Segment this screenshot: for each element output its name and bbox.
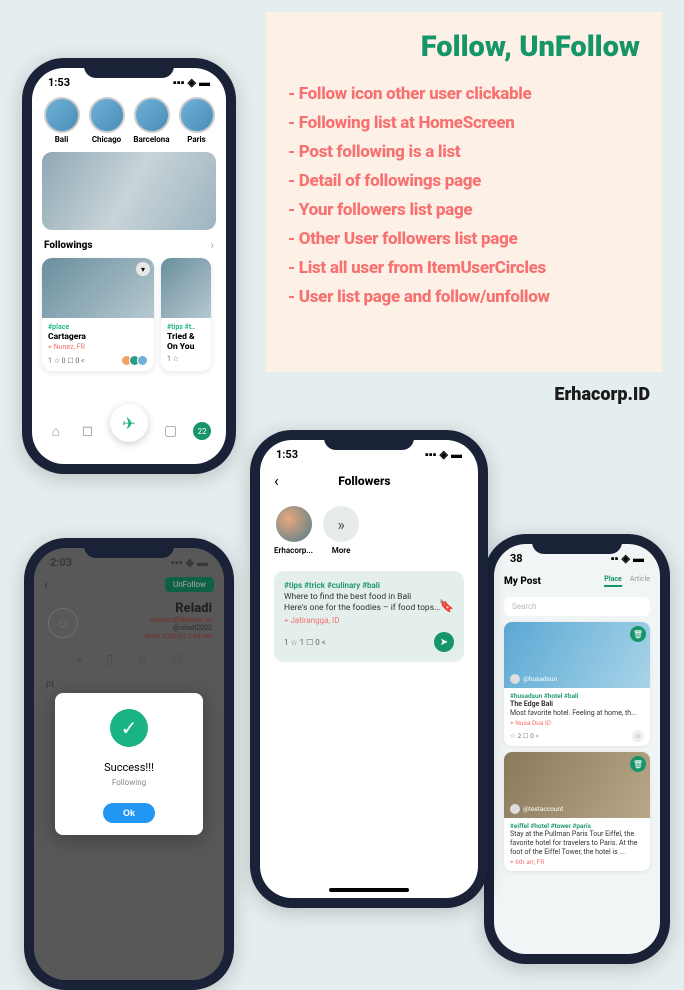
stories-row[interactable]: Bali Chicago Barcelona Paris xyxy=(32,93,226,146)
more-button[interactable]: » More xyxy=(323,506,359,555)
phone-followers: 1:53 ▪▪▪◈▬ ‹ Followers Erhacorp... » Mor… xyxy=(250,430,488,908)
panel-title: Follow, UnFollow xyxy=(288,30,640,64)
status-time: 1:53 xyxy=(48,76,70,89)
follower-item[interactable]: Erhacorp... xyxy=(274,506,313,555)
note-icon[interactable]: ▢ xyxy=(162,422,180,440)
chevron-right-icon[interactable]: › xyxy=(210,238,214,252)
signal-icon: ▪▪▪ xyxy=(173,76,185,89)
feature-item: - Detail of followings page xyxy=(288,171,640,191)
dialog-subtitle: Following xyxy=(67,778,191,787)
post-card[interactable]: #tips #trick #culinary #bali Where to fi… xyxy=(274,571,464,662)
post-card[interactable]: 🗑 @testaccount #eiffel #hotel #tower #pa… xyxy=(504,752,650,871)
ok-button[interactable]: Ok xyxy=(103,803,155,823)
compose-button[interactable]: ✈ xyxy=(110,404,148,442)
featured-image[interactable] xyxy=(42,152,216,230)
dialog-overlay[interactable]: ✓ Success!!! Following Ok xyxy=(34,548,224,980)
page-title: My Post xyxy=(504,576,541,587)
author-handle[interactable]: @husadsun xyxy=(510,674,557,684)
paper-icon[interactable]: ◻ xyxy=(78,422,96,440)
feature-item: - Post following is a list xyxy=(288,142,640,162)
dialog-title: Success!!! xyxy=(67,761,191,774)
post-card[interactable]: 🗑 @husadsun #husadsun #hotel #bali The E… xyxy=(504,622,650,746)
feature-panel: Follow, UnFollow - Follow icon other use… xyxy=(266,12,662,372)
feature-item: - List all user from ItemUserCircles xyxy=(288,258,640,278)
phone-unfollow: 2:03 ▪▪▪◈▬ ‹ UnFollow ☺ Reladi contact@t… xyxy=(24,538,234,990)
search-input[interactable]: Search xyxy=(504,597,650,616)
phone-home: 1:53 ▪▪▪◈▬ Bali Chicago Barcelona Paris … xyxy=(22,58,236,474)
success-dialog: ✓ Success!!! Following Ok xyxy=(55,693,203,835)
post-text: Where to find the best food in Bali Here… xyxy=(284,592,454,614)
wifi-icon: ◈ xyxy=(188,76,196,89)
bookmark-icon[interactable]: ▾ xyxy=(136,262,150,276)
go-icon[interactable]: ➤ xyxy=(434,632,454,652)
status-time: 38 xyxy=(510,552,523,565)
followings-label: Followings xyxy=(44,240,93,251)
status-time: 1:53 xyxy=(276,448,298,461)
story-item[interactable]: Chicago xyxy=(87,97,126,144)
home-icon[interactable]: ⌂ xyxy=(47,422,65,440)
home-indicator xyxy=(329,888,409,892)
page-title: Followers xyxy=(338,474,390,488)
nav-badge[interactable]: 22 xyxy=(193,422,211,440)
avatar xyxy=(276,506,312,542)
check-icon: ✓ xyxy=(110,709,148,747)
feature-item: - Following list at HomeScreen xyxy=(288,113,640,133)
post-card[interactable]: #tips #t.. Tried & On You 1 ☆ xyxy=(161,258,211,371)
post-tags: #tips #trick #culinary #bali xyxy=(284,581,454,590)
post-location: ⌖ Jatirangga, ID xyxy=(284,616,454,626)
bottom-nav: ⌂ ◻ ✈ ▢ 22 xyxy=(32,406,226,456)
feature-item: - User list page and follow/unfollow xyxy=(288,287,640,307)
tab-article[interactable]: Article xyxy=(630,575,650,587)
credit-label: Erhacorp.ID xyxy=(554,384,650,405)
feature-item: - Other User followers list page xyxy=(288,229,640,249)
bookmark-icon[interactable]: 🔖 xyxy=(439,599,454,613)
delete-icon[interactable]: 🗑 xyxy=(630,756,646,772)
story-item[interactable]: Bali xyxy=(42,97,81,144)
tab-place[interactable]: Place xyxy=(604,575,622,587)
feature-item: - Follow icon other user clickable xyxy=(288,84,640,104)
back-icon[interactable]: ‹ xyxy=(274,471,279,490)
author-handle[interactable]: @testaccount xyxy=(510,804,563,814)
user-icon[interactable]: ☺ xyxy=(632,730,644,742)
chevron-double-icon: » xyxy=(323,506,359,542)
phone-mypost: 38 ▪▪◈▬ My Post Place Article Search 🗑 @… xyxy=(484,534,670,964)
avatar-stack[interactable] xyxy=(124,355,148,366)
story-item[interactable]: Paris xyxy=(177,97,216,144)
delete-icon[interactable]: 🗑 xyxy=(630,626,646,642)
feature-item: - Your followers list page xyxy=(288,200,640,220)
story-item[interactable]: Barcelona xyxy=(132,97,171,144)
post-card[interactable]: ▾ #place Cartagera ⌖ Nunez, FR 1 ☆ 0 ☐ 0… xyxy=(42,258,154,371)
battery-icon: ▬ xyxy=(199,76,210,89)
